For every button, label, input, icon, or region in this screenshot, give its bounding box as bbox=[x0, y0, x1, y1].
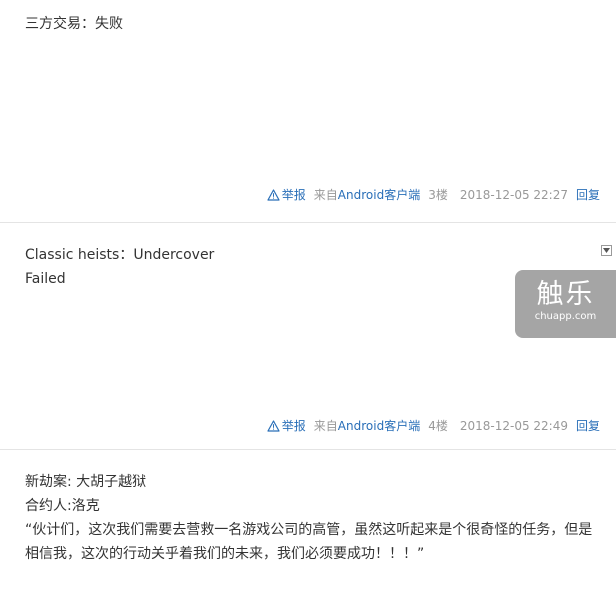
watermark-sub-text: chuapp.com bbox=[534, 311, 597, 322]
post-meta: 举报 来自Android客户端 3楼 2018-12-05 22:27 回复 bbox=[267, 187, 600, 203]
post-meta: 举报 来自Android客户端 4楼 2018-12-05 22:49 回复 bbox=[267, 418, 600, 434]
source-client-link[interactable]: Android客户端 bbox=[338, 419, 420, 433]
post-content: 新劫案: 大胡子越狱 合约人:洛克 “伙计们，这次我们需要去营救一名游戏公司的高… bbox=[25, 470, 596, 566]
floor-number: 4楼 bbox=[428, 419, 448, 433]
warning-triangle-icon bbox=[267, 189, 280, 201]
caret-down-icon bbox=[603, 248, 610, 253]
post-text-line: 新劫案: 大胡子越狱 bbox=[25, 474, 147, 490]
watermark-main-text: 触乐 bbox=[536, 279, 595, 310]
post-text-line: 三方交易：失败 bbox=[25, 16, 123, 32]
reply-link[interactable]: 回复 bbox=[576, 187, 600, 203]
post-text-line: 合约人:洛克 bbox=[25, 498, 100, 514]
post-options-dropdown[interactable] bbox=[601, 245, 612, 256]
post-text-line: Failed bbox=[25, 271, 66, 287]
source-client-link[interactable]: Android客户端 bbox=[338, 188, 420, 202]
report-label: 举报 bbox=[281, 419, 306, 433]
post-floor-5: 新劫案: 大胡子越狱 合约人:洛克 “伙计们，这次我们需要去营救一名游戏公司的高… bbox=[0, 450, 616, 611]
reply-link[interactable]: 回复 bbox=[576, 418, 600, 434]
post-text-line: “伙计们，这次我们需要去营救一名游戏公司的高管，虽然这听起来是个很奇怪的任务，但… bbox=[25, 522, 593, 562]
post-content: 三方交易：失败 bbox=[25, 12, 596, 36]
post-floor-3: 三方交易：失败 举报 来自Android客户端 3楼 2018-12-05 22… bbox=[0, 0, 616, 223]
report-link[interactable]: 举报 bbox=[267, 418, 306, 434]
post-text-line: Classic heists：Undercover bbox=[25, 247, 215, 263]
watermark-logo: 触乐 chuapp.com bbox=[515, 270, 616, 338]
floor-number: 3楼 bbox=[428, 188, 448, 202]
post-time: 2018-12-05 22:27 bbox=[459, 188, 568, 202]
source-prefix: 来自 bbox=[313, 419, 338, 433]
source-prefix: 来自 bbox=[313, 188, 338, 202]
report-label: 举报 bbox=[281, 188, 306, 202]
report-link[interactable]: 举报 bbox=[267, 187, 306, 203]
source-info: 来自Android客户端 bbox=[314, 187, 420, 203]
post-time: 2018-12-05 22:49 bbox=[459, 419, 568, 433]
post-content: Classic heists：Undercover Failed bbox=[25, 243, 596, 291]
source-info: 来自Android客户端 bbox=[314, 418, 420, 434]
warning-triangle-icon bbox=[267, 420, 280, 432]
